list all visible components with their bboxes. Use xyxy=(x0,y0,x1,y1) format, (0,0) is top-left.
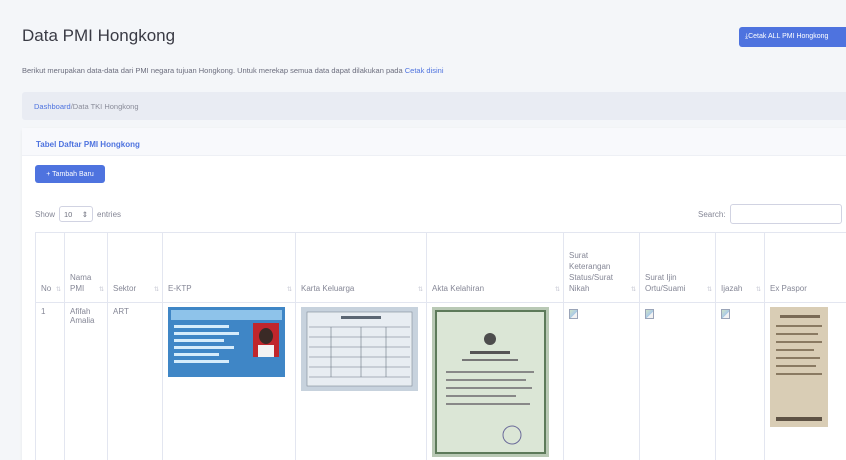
select-arrows-icon: ⇕ xyxy=(81,209,89,219)
kartu-keluarga-image[interactable] xyxy=(301,307,418,391)
sort-icon: ⇅ xyxy=(55,287,61,293)
card-title: Tabel Daftar PMI Hongkong xyxy=(36,140,140,149)
search-label: Search: xyxy=(698,209,726,219)
col-header-surat-ijin[interactable]: Surat Ijin Ortu/Suami ⇅ xyxy=(639,232,716,303)
sort-icon: ⇅ xyxy=(630,287,636,293)
print-all-button[interactable]: ⤓Cetak ALL PMI Hongkong xyxy=(739,27,846,47)
pmi-table: No ⇅ Nama PMI ⇅ Sektor ⇅ E-KTP ⇅ Karta Kelua… xyxy=(35,232,846,460)
col-label: E-KTP xyxy=(168,284,192,293)
breadcrumb: Dashboard /Data TKI Hongkong xyxy=(22,92,846,120)
col-header-nama[interactable]: Nama PMI ⇅ xyxy=(64,232,108,303)
col-header-ijazah[interactable]: Ijazah ⇅ xyxy=(715,232,765,303)
col-header-ektp[interactable]: E-KTP ⇅ xyxy=(162,232,296,303)
cell-sektor: ART xyxy=(107,302,163,460)
ex-paspor-image[interactable] xyxy=(770,307,828,427)
col-label: Surat Ijin Ortu/Suami xyxy=(645,273,686,293)
breadcrumb-current: /Data TKI Hongkong xyxy=(70,101,139,111)
cell-surat-ijin xyxy=(639,302,716,460)
sort-icon: ⇅ xyxy=(153,287,159,293)
top-bar xyxy=(0,0,846,10)
entries-select[interactable]: 10 ⇕ xyxy=(59,206,94,222)
sort-icon: ⇅ xyxy=(706,287,712,293)
cell-ex-paspor xyxy=(764,302,846,460)
col-header-no[interactable]: No ⇅ xyxy=(35,232,65,303)
col-header-surat-nikah[interactable]: Surat Keterangan Status/Surat Nikah ⇅ xyxy=(563,232,640,303)
entries-label: entries xyxy=(97,209,122,219)
col-label: Ex Paspor xyxy=(770,284,807,293)
col-header-ex-paspor[interactable]: Ex Paspor⇅ xyxy=(764,232,846,303)
table-row: 1 Afifah Amalia ART xyxy=(35,302,846,460)
print-here-link[interactable]: Cetak disini xyxy=(405,66,444,75)
sort-icon: ⇅ xyxy=(554,287,560,293)
entries-length-control: Show 10 ⇕ entries xyxy=(35,206,121,222)
entries-value: 10 xyxy=(64,209,73,219)
page-title: Data PMI Hongkong xyxy=(22,26,176,45)
search-input[interactable] xyxy=(729,204,842,224)
broken-image-icon[interactable] xyxy=(569,309,578,319)
cell-kk xyxy=(295,302,427,460)
sort-icon: ⇅ xyxy=(755,287,761,293)
broken-image-icon[interactable] xyxy=(645,309,654,319)
col-label: Karta Keluarga xyxy=(301,284,355,293)
sort-icon: ⇅ xyxy=(286,287,292,293)
col-label: Sektor xyxy=(113,284,137,293)
breadcrumb-dashboard-link[interactable]: Dashboard xyxy=(34,102,71,111)
cell-no: 1 xyxy=(35,302,65,460)
cell-akta xyxy=(426,302,564,460)
table-header-row: No ⇅ Nama PMI ⇅ Sektor ⇅ E-KTP ⇅ Karta Kelua… xyxy=(35,232,846,303)
cell-nama: Afifah Amalia xyxy=(64,302,108,460)
col-header-akta[interactable]: Akta Kelahiran ⇅ xyxy=(426,232,564,303)
sort-icon: ⇅ xyxy=(417,287,423,293)
col-label: Surat Keterangan Status/Surat Nikah xyxy=(569,251,614,293)
pmi-table-card: Tabel Daftar PMI Hongkong + Tambah Baru … xyxy=(22,128,846,460)
cell-ektp xyxy=(162,302,296,460)
page-description: Berikut merupakan data-data dari PMI neg… xyxy=(22,66,444,75)
cell-surat-nikah xyxy=(563,302,640,460)
add-new-button[interactable]: + Tambah Baru xyxy=(35,165,105,183)
cell-ijazah xyxy=(715,302,765,460)
broken-image-icon[interactable] xyxy=(721,309,730,319)
col-label: Akta Kelahiran xyxy=(432,284,485,293)
table-search: Search: xyxy=(698,204,842,224)
col-header-sektor[interactable]: Sektor ⇅ xyxy=(107,232,163,303)
ektp-image[interactable] xyxy=(168,307,285,377)
akta-kelahiran-image[interactable] xyxy=(432,307,549,457)
col-header-kk[interactable]: Karta Keluarga ⇅ xyxy=(295,232,427,303)
col-label: Ijazah xyxy=(721,284,743,293)
sort-icon: ⇅ xyxy=(98,287,104,293)
card-header xyxy=(22,128,846,156)
col-label: Nama PMI xyxy=(70,273,92,293)
show-label: Show xyxy=(35,209,56,219)
description-text: Berikut merupakan data-data dari PMI neg… xyxy=(22,66,405,75)
